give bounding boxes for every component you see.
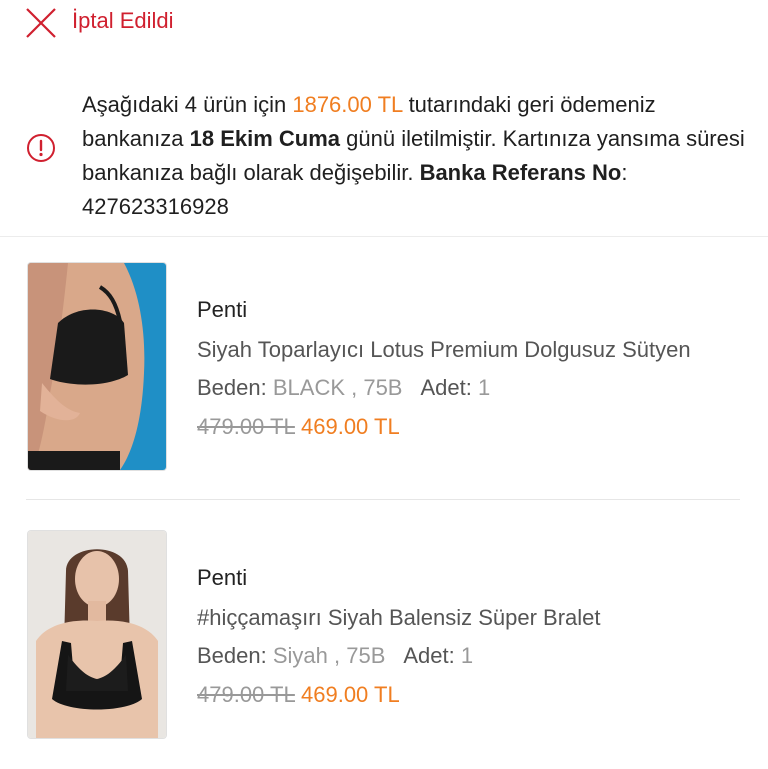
product-meta: Beden: Siyah , 75B Adet: 1 [197, 643, 473, 669]
product-brand: Penti [197, 297, 248, 322]
product-title[interactable]: #hiççamaşırı Siyah Balensiz Süper Bralet [197, 605, 601, 631]
product-prices: 479.00 TL 469.00 TL [197, 682, 400, 708]
product-meta: Beden: BLACK , 75B Adet: 1 [197, 375, 490, 401]
product-photo-strapless-bra [28, 263, 166, 470]
refund-text-part1: Aşağıdaki 4 ürün için [82, 92, 293, 117]
quantity-value: 1 [478, 375, 491, 400]
old-price: 479.00 TL [197, 682, 295, 707]
new-price: 469.00 TL [301, 682, 400, 707]
divider [26, 499, 740, 500]
refund-amount: 1876.00 TL [292, 92, 403, 117]
bank-reference-label: Banka Referans No [419, 160, 622, 185]
product-image[interactable] [28, 531, 166, 738]
product-title[interactable]: Siyah Toparlayıcı Lotus Premium Dolgusuz… [197, 337, 691, 363]
product-image[interactable] [28, 263, 166, 470]
size-label: Beden: [197, 375, 267, 400]
quantity-label: Adet: [420, 375, 472, 400]
refund-date: 18 Ekim Cuma [189, 126, 341, 151]
bank-reference-number: 427623316928 [82, 194, 229, 219]
product-prices: 479.00 TL 469.00 TL [197, 414, 400, 440]
size-value: BLACK , 75B [272, 375, 403, 400]
new-price: 469.00 TL [301, 414, 400, 439]
size-label: Beden: [197, 643, 267, 668]
old-price: 479.00 TL [197, 414, 295, 439]
product-item[interactable]: Penti Siyah Toparlayıcı Lotus Premium Do… [0, 237, 768, 501]
product-photo-bralette [28, 531, 166, 738]
product-list: Penti Siyah Toparlayıcı Lotus Premium Do… [0, 236, 768, 769]
quantity-label: Adet: [403, 643, 455, 668]
quantity-value: 1 [460, 643, 474, 668]
product-brand: Penti [197, 565, 248, 590]
size-value: Siyah , 75B [272, 643, 386, 668]
refund-text: Aşağıdaki 4 ürün için 1876.00 TL tutarın… [82, 88, 752, 224]
info-icon [27, 134, 55, 162]
bank-reference-separator: : [621, 160, 628, 185]
close-icon [26, 8, 56, 38]
order-status-header: İptal Edildi [0, 0, 768, 50]
status-label: İptal Edildi [72, 8, 174, 33]
product-item[interactable]: Penti #hiççamaşırı Siyah Balensiz Süper … [0, 505, 768, 769]
